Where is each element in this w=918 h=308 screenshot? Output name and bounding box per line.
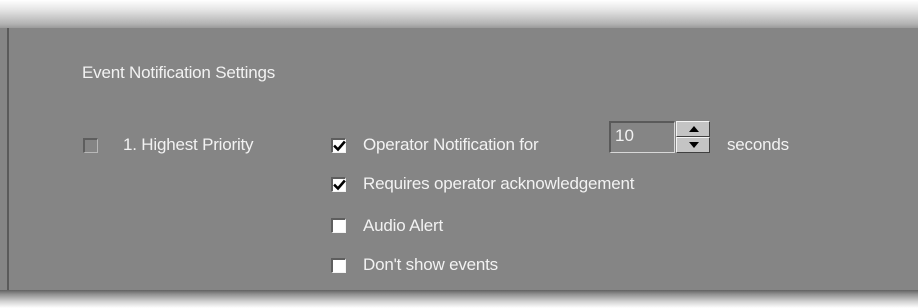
top-shadow (0, 0, 918, 28)
checkmark-icon (333, 140, 346, 152)
down-arrow-icon (689, 142, 699, 148)
bottom-shadow (0, 290, 918, 308)
operator-notification-label: Operator Notification for (363, 135, 539, 154)
spin-down-button[interactable] (676, 137, 710, 153)
priority-checkbox[interactable] (83, 138, 98, 153)
duration-input[interactable]: 10 (609, 121, 675, 153)
dont-show-events-checkbox[interactable] (331, 258, 346, 273)
operator-notification-checkbox[interactable] (331, 138, 346, 153)
audio-alert-checkbox[interactable] (331, 218, 346, 233)
requires-ack-checkbox[interactable] (331, 177, 346, 192)
duration-unit-label: seconds (727, 135, 789, 154)
panel-left-border (7, 28, 9, 290)
spin-up-button[interactable] (676, 121, 710, 137)
section-title: Event Notification Settings (82, 63, 276, 82)
requires-ack-label: Requires operator acknowledgement (363, 174, 635, 193)
checkmark-icon (333, 179, 346, 191)
priority-label: 1. Highest Priority (123, 135, 254, 154)
dont-show-events-label: Don't show events (363, 255, 498, 274)
up-arrow-icon (689, 126, 699, 132)
audio-alert-label: Audio Alert (363, 216, 444, 235)
